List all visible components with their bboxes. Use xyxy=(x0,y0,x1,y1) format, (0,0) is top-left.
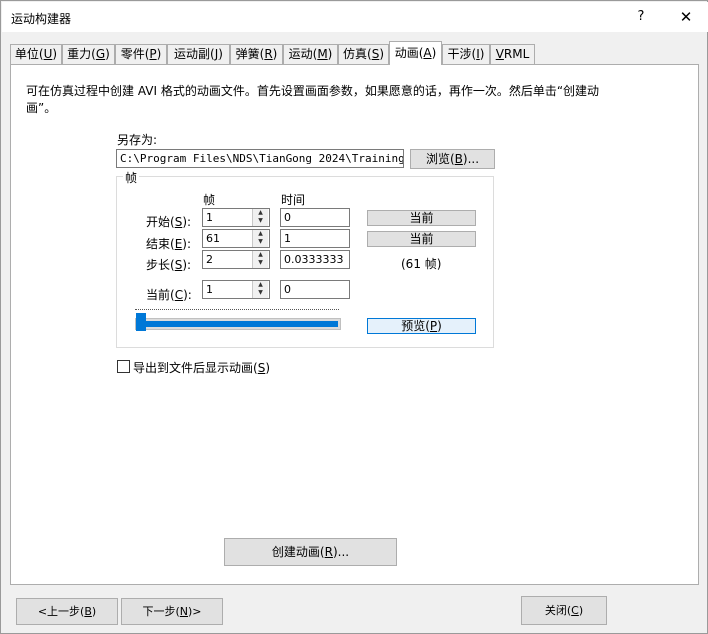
tab-motion[interactable]: 运动(M) xyxy=(283,44,338,64)
tab-interference[interactable]: 干涉(I) xyxy=(442,44,490,64)
step-time-input[interactable]: 0.0333333 xyxy=(280,250,350,269)
slider-thumb[interactable] xyxy=(136,313,146,331)
motion-builder-dialog: 运动构建器 ? ✕ 单位(U) 重力(G) 零件(P) 运动副(J) 弹簧(R)… xyxy=(0,0,708,634)
save-as-input[interactable]: C:\Program Files\NDS\TianGong 2024\Train… xyxy=(116,149,404,168)
tab-gravity[interactable]: 重力(G) xyxy=(62,44,115,64)
tab-simulation[interactable]: 仿真(S) xyxy=(338,44,389,64)
current-label: 当前(C): xyxy=(146,288,192,302)
help-button[interactable]: ? xyxy=(624,2,658,32)
tab-springs[interactable]: 弹簧(R) xyxy=(230,44,283,64)
show-after-export-label: 导出到文件后显示动画(S) xyxy=(133,361,270,375)
spin-down-icon[interactable]: ▼ xyxy=(253,217,268,225)
tab-joints[interactable]: 运动副(J) xyxy=(167,44,230,64)
spin-down-icon[interactable]: ▼ xyxy=(253,259,268,267)
spin-down-icon[interactable]: ▼ xyxy=(253,238,268,246)
start-frame-spinner[interactable]: ▲ ▼ xyxy=(252,209,268,226)
tab-units[interactable]: 单位(U) xyxy=(10,44,62,64)
start-time-input[interactable]: 0 xyxy=(280,208,350,227)
close-window-button[interactable]: ✕ xyxy=(666,2,706,32)
close-button[interactable]: 关闭(C) xyxy=(521,596,607,625)
spin-up-icon[interactable]: ▲ xyxy=(253,281,268,289)
create-animation-button[interactable]: 创建动画(R)... xyxy=(224,538,397,566)
spin-up-icon[interactable]: ▲ xyxy=(253,209,268,217)
tab-vrml[interactable]: VRML xyxy=(490,44,535,64)
frame-count-text: (61 帧) xyxy=(401,257,442,271)
window-title: 运动构建器 xyxy=(11,12,72,26)
description-text: 可在仿真过程中创建 AVI 格式的动画文件。首先设置画面参数，如果愿意的话，再作… xyxy=(26,84,600,115)
browse-button[interactable]: 浏览(B)... xyxy=(410,149,495,169)
next-step-button[interactable]: 下一步(N)> xyxy=(121,598,223,625)
tab-animation[interactable]: 动画(A) xyxy=(389,41,442,65)
frame-column-header: 帧 xyxy=(203,193,216,207)
tab-parts[interactable]: 零件(P) xyxy=(115,44,167,64)
prev-step-button[interactable]: <上一步(B) xyxy=(16,598,118,625)
title-bar: 运动构建器 ? ✕ xyxy=(2,2,708,32)
current-frame-spinner[interactable]: ▲ ▼ xyxy=(252,281,268,298)
end-time-input[interactable]: 1 xyxy=(280,229,350,248)
end-current-button[interactable]: 当前 xyxy=(367,231,476,247)
start-label: 开始(S): xyxy=(146,215,192,229)
slider-ticks xyxy=(135,309,339,313)
current-time-input[interactable]: 0 xyxy=(280,280,350,299)
end-frame-spinner[interactable]: ▲ ▼ xyxy=(252,230,268,247)
preview-button[interactable]: 预览(P) xyxy=(367,318,476,334)
step-frame-spinner[interactable]: ▲ ▼ xyxy=(252,251,268,268)
step-label: 步长(S): xyxy=(146,258,192,272)
spin-down-icon[interactable]: ▼ xyxy=(253,289,268,297)
save-as-label: 另存为: xyxy=(117,133,158,147)
end-label: 结束(E): xyxy=(146,237,192,251)
start-current-button[interactable]: 当前 xyxy=(367,210,476,226)
frame-slider[interactable] xyxy=(135,313,341,331)
show-after-export-checkbox[interactable] xyxy=(117,360,130,373)
spin-up-icon[interactable]: ▲ xyxy=(253,251,268,259)
slider-fill xyxy=(138,321,338,327)
time-column-header: 时间 xyxy=(281,193,306,207)
spin-up-icon[interactable]: ▲ xyxy=(253,230,268,238)
animation-panel: 可在仿真过程中创建 AVI 格式的动画文件。首先设置画面参数，如果愿意的话，再作… xyxy=(10,64,699,585)
frames-group-label: 帧 xyxy=(123,169,140,186)
